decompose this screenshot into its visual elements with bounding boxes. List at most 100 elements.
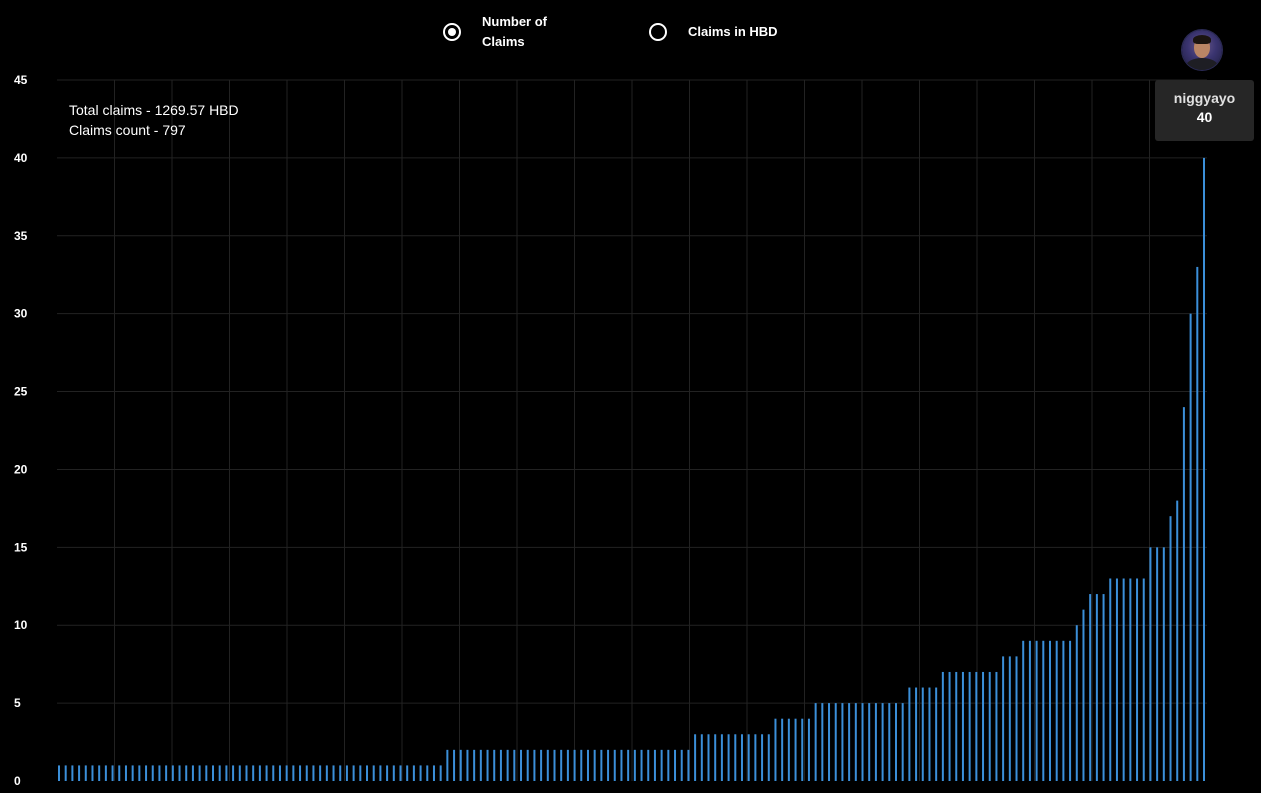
- chart-bar[interactable]: [968, 671, 971, 781]
- chart-bar[interactable]: [493, 749, 496, 781]
- chart-bar[interactable]: [446, 749, 449, 781]
- chart-bar[interactable]: [1182, 407, 1185, 781]
- chart-bar[interactable]: [1203, 157, 1205, 781]
- chart-bar[interactable]: [955, 671, 958, 781]
- chart-bar[interactable]: [145, 765, 148, 781]
- chart-bar[interactable]: [553, 749, 556, 781]
- chart-bar[interactable]: [466, 749, 469, 781]
- chart-bar[interactable]: [881, 703, 884, 781]
- chart-bar[interactable]: [1035, 640, 1038, 781]
- chart-bar[interactable]: [71, 765, 74, 781]
- chart-bar[interactable]: [218, 765, 221, 781]
- chart-bar[interactable]: [1015, 656, 1018, 781]
- chart-bar[interactable]: [386, 765, 389, 781]
- chart-bar[interactable]: [111, 765, 114, 781]
- chart-bar[interactable]: [620, 749, 623, 781]
- chart-bar[interactable]: [58, 765, 60, 781]
- chart-bar[interactable]: [499, 749, 502, 781]
- chart-bar[interactable]: [794, 718, 797, 781]
- chart-bar[interactable]: [185, 765, 188, 781]
- chart-bar[interactable]: [486, 749, 489, 781]
- chart-bar[interactable]: [165, 765, 168, 781]
- chart-bar[interactable]: [345, 765, 348, 781]
- chart-bar[interactable]: [801, 718, 804, 781]
- chart-bar[interactable]: [1082, 609, 1085, 781]
- chart-bar[interactable]: [265, 765, 268, 781]
- chart-bar[interactable]: [426, 765, 429, 781]
- chart-bar[interactable]: [252, 765, 255, 781]
- chart-bar[interactable]: [278, 765, 281, 781]
- chart-bar[interactable]: [78, 765, 81, 781]
- chart-bar[interactable]: [138, 765, 141, 781]
- chart-bar[interactable]: [761, 734, 764, 781]
- chart-bar[interactable]: [1008, 656, 1011, 781]
- chart-bar[interactable]: [299, 765, 302, 781]
- chart-bar[interactable]: [935, 687, 938, 781]
- chart-bar[interactable]: [1002, 656, 1005, 781]
- chart-bar[interactable]: [1189, 313, 1192, 781]
- chart-bar[interactable]: [874, 703, 877, 781]
- chart-bar[interactable]: [533, 749, 536, 781]
- chart-bar[interactable]: [232, 765, 235, 781]
- chart-bar[interactable]: [593, 749, 596, 781]
- chart-bar[interactable]: [647, 749, 650, 781]
- chart-bar[interactable]: [339, 765, 342, 781]
- chart-bar[interactable]: [540, 749, 543, 781]
- chart-bar[interactable]: [1062, 640, 1065, 781]
- chart-bar[interactable]: [868, 703, 871, 781]
- chart-bar[interactable]: [908, 687, 911, 781]
- chart-bar[interactable]: [674, 749, 677, 781]
- chart-bar[interactable]: [84, 765, 87, 781]
- chart-bar[interactable]: [118, 765, 121, 781]
- chart-bar[interactable]: [171, 765, 174, 781]
- chart-bar[interactable]: [212, 765, 215, 781]
- chart-bar[interactable]: [613, 749, 616, 781]
- chart-bar[interactable]: [774, 718, 777, 781]
- chart-bar[interactable]: [566, 749, 569, 781]
- chart-bar[interactable]: [814, 703, 817, 781]
- chart-bar[interactable]: [1069, 640, 1072, 781]
- chart-bar[interactable]: [600, 749, 603, 781]
- chart-bar[interactable]: [1142, 578, 1145, 781]
- chart-bar[interactable]: [292, 765, 295, 781]
- chart-bar[interactable]: [633, 749, 636, 781]
- chart-bar[interactable]: [104, 765, 107, 781]
- chart-bar[interactable]: [627, 749, 630, 781]
- chart-bar[interactable]: [1129, 578, 1132, 781]
- chart-bar[interactable]: [439, 765, 442, 781]
- chart-bar[interactable]: [131, 765, 134, 781]
- chart-bar[interactable]: [1169, 516, 1172, 781]
- chart-bar[interactable]: [727, 734, 730, 781]
- chart-bar[interactable]: [573, 749, 576, 781]
- chart-bar[interactable]: [178, 765, 181, 781]
- chart-bar[interactable]: [245, 765, 248, 781]
- chart-bar[interactable]: [714, 734, 717, 781]
- chart-bar[interactable]: [1136, 578, 1139, 781]
- chart-bar[interactable]: [412, 765, 415, 781]
- chart-bar[interactable]: [1089, 594, 1092, 781]
- chart-bar[interactable]: [828, 703, 831, 781]
- chart-bar[interactable]: [1075, 625, 1078, 781]
- chart-bar[interactable]: [1022, 640, 1025, 781]
- chart-bar[interactable]: [305, 765, 308, 781]
- chart-bar[interactable]: [848, 703, 851, 781]
- chart-bar[interactable]: [667, 749, 670, 781]
- chart-bar[interactable]: [1196, 266, 1199, 781]
- chart-bar[interactable]: [473, 749, 476, 781]
- chart-bar[interactable]: [399, 765, 402, 781]
- chart-bar[interactable]: [432, 765, 435, 781]
- chart-bar[interactable]: [546, 749, 549, 781]
- chart-bar[interactable]: [392, 765, 395, 781]
- chart-bar[interactable]: [225, 765, 228, 781]
- chart-bar[interactable]: [982, 671, 985, 781]
- chart-bar[interactable]: [915, 687, 918, 781]
- chart-bar[interactable]: [841, 703, 844, 781]
- chart-bar[interactable]: [1102, 594, 1105, 781]
- chart-bar[interactable]: [781, 718, 784, 781]
- chart-bar[interactable]: [191, 765, 194, 781]
- chart-bar[interactable]: [660, 749, 663, 781]
- chart-bar[interactable]: [151, 765, 154, 781]
- chart-bar[interactable]: [694, 734, 697, 781]
- chart-bar[interactable]: [821, 703, 824, 781]
- chart-bar[interactable]: [1095, 594, 1098, 781]
